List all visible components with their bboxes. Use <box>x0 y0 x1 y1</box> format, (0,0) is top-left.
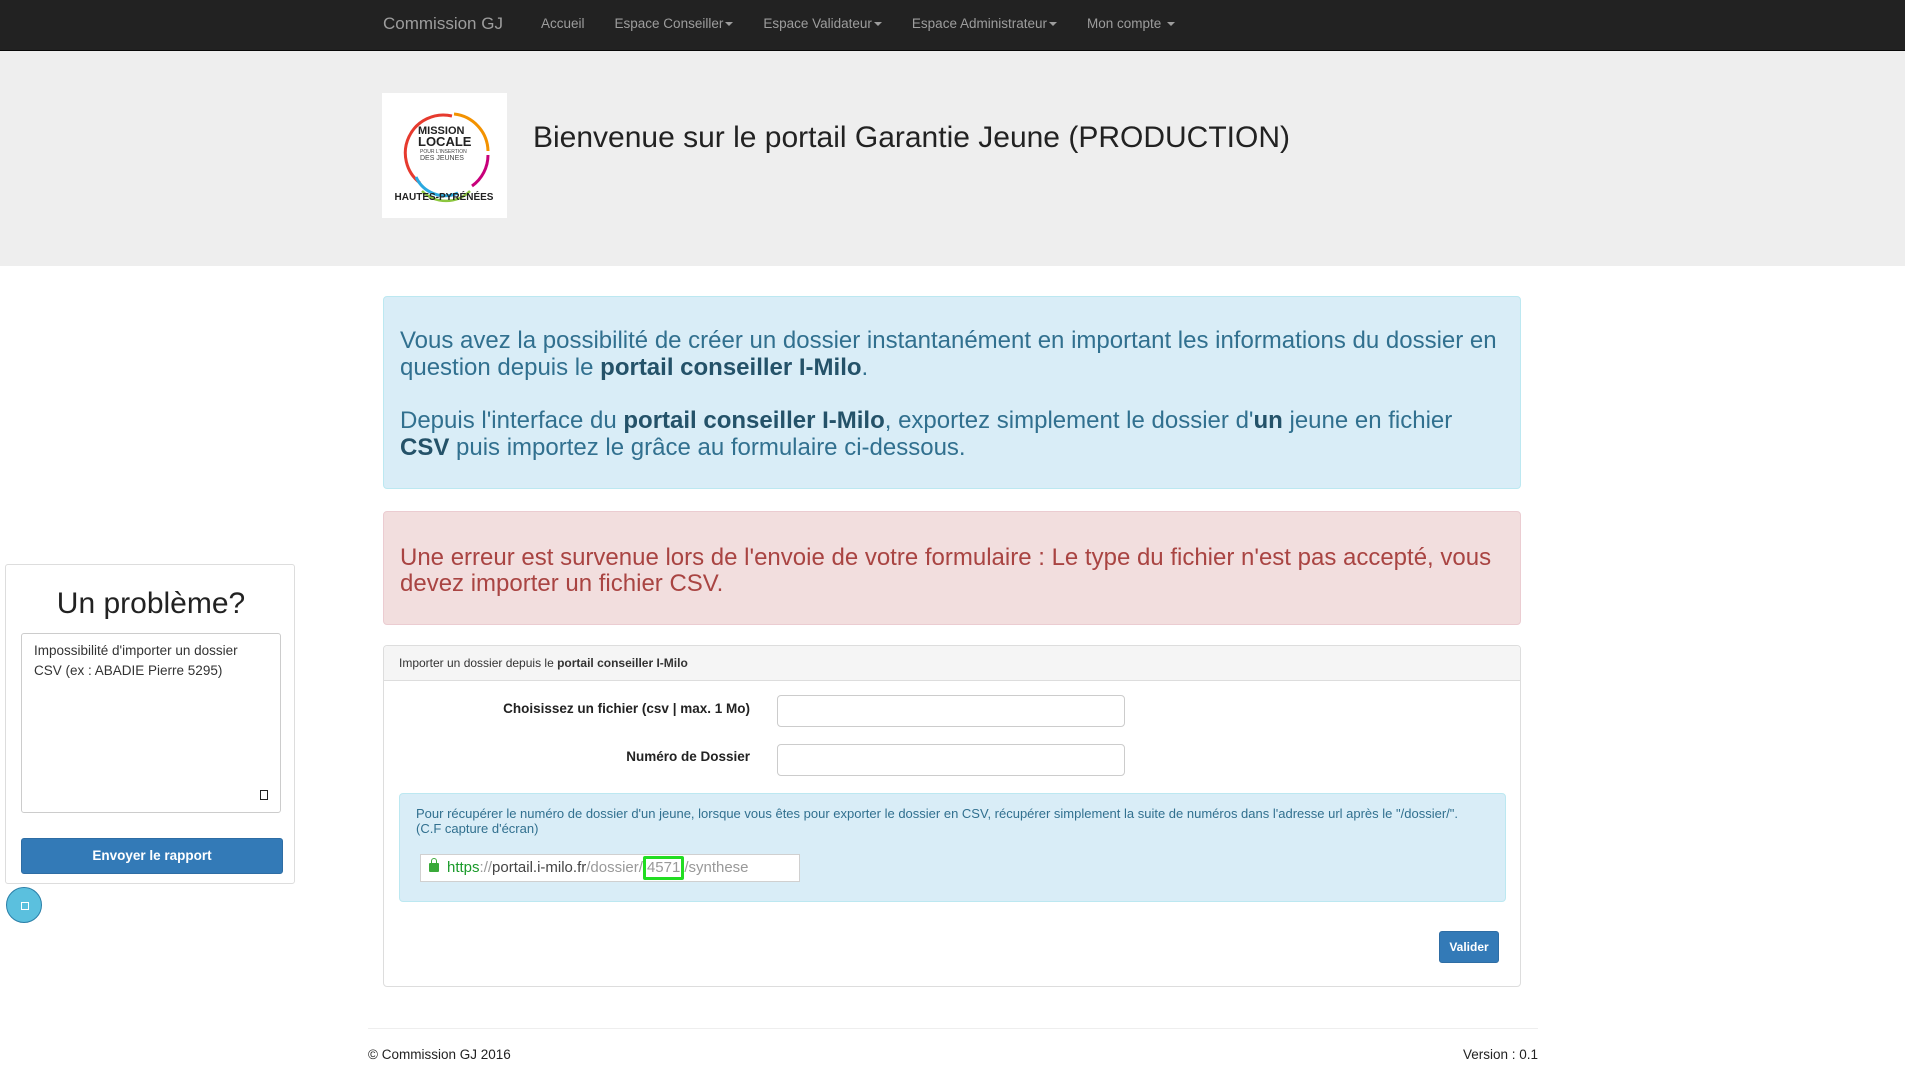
nav-item-mon-compte[interactable]: Mon compte <box>1072 0 1190 50</box>
caret-down-icon <box>1167 22 1176 27</box>
feedback-title: Un problème? <box>56 587 246 620</box>
error-alert: Une erreur est survenue lors de l'envoie… <box>383 511 1521 625</box>
caret-down-icon <box>1049 22 1057 27</box>
nav-label: Mon compte <box>1087 16 1162 31</box>
caret-down-icon <box>725 22 734 27</box>
feedback-icon <box>21 902 29 910</box>
feedback-message: Impossibilité d'importer un dossier CSV … <box>34 643 238 678</box>
nav-item-espace-administrateur[interactable]: Espace Administrateur <box>897 0 1072 50</box>
nav-label: Espace Administrateur <box>911 16 1047 31</box>
navbar-brand[interactable]: Commission GJ <box>383 0 503 50</box>
nav-item-accueil[interactable]: Accueil <box>526 0 600 50</box>
import-panel: Importer un dossier depuis le portail co… <box>383 645 1521 987</box>
info-paragraph-1: Vous avez la possibilité de créer un dos… <box>400 327 1497 381</box>
feedback-textarea[interactable]: Impossibilité d'importer un dossier CSV … <box>21 633 281 813</box>
footer-divider <box>368 1028 1538 1029</box>
header-jumbotron <box>0 51 1905 266</box>
file-input[interactable] <box>777 695 1125 727</box>
lock-icon <box>429 858 439 872</box>
csv-emphasis: CSV <box>400 434 450 461</box>
info-alert: Vous avez la possibilité de créer un dos… <box>383 296 1521 489</box>
nav-item-espace-conseiller[interactable]: Espace Conseiller <box>600 0 749 50</box>
dossier-number-input[interactable] <box>777 744 1125 776</box>
dossier-number-highlight: 4571 <box>642 856 685 880</box>
file-label: Choisissez un fichier (csv | max. 1 Mo) <box>503 701 750 716</box>
dossier-number-label: Numéro de Dossier <box>626 749 750 764</box>
imilo-emphasis: portail conseiller I-Milo <box>600 354 862 381</box>
feedback-toggle-button[interactable] <box>6 887 42 923</box>
resize-handle-icon[interactable] <box>260 790 268 800</box>
url-screenshot: https://portail.i-milo.fr/dossier/4571/s… <box>420 854 800 882</box>
page-title: Bienvenue sur le portail Garantie Jeune … <box>533 121 1290 154</box>
help-box: Pour récupérer le numéro de dossier d'un… <box>399 793 1506 902</box>
help-text: Pour récupérer le numéro de dossier d'un… <box>416 806 1458 836</box>
info-paragraph-2: Depuis l'interface du portail conseiller… <box>400 407 1453 461</box>
logo-region: HAUTES-PYRÉNÉES <box>395 190 494 203</box>
submit-button[interactable]: Valider <box>1439 931 1499 963</box>
footer-copyright: © Commission GJ 2016 <box>368 1047 511 1062</box>
nav-label: Espace Conseiller <box>614 16 724 31</box>
nav-label: Accueil <box>541 16 585 31</box>
navbar-menu: Accueil Espace Conseiller Espace Validat… <box>526 0 1190 50</box>
footer-version: Version : 0.1 <box>1462 1047 1538 1062</box>
send-report-button[interactable]: Envoyer le rapport <box>21 838 283 874</box>
feedback-widget: Un problème? Impossibilité d'importer un… <box>5 564 295 884</box>
logo-text: DES JEUNES <box>420 155 464 162</box>
nav-label: Espace Validateur <box>763 16 872 31</box>
caret-down-icon <box>873 22 882 27</box>
imilo-emphasis: portail conseiller I-Milo <box>623 407 885 434</box>
nav-item-espace-validateur[interactable]: Espace Validateur <box>748 0 897 50</box>
panel-heading: Importer un dossier depuis le portail co… <box>384 646 1520 681</box>
mission-locale-logo: MISSION LOCALE POUR L'INSERTION DES JEUN… <box>382 93 507 218</box>
top-navbar: Commission GJ Accueil Espace Conseiller … <box>0 0 1905 51</box>
logo-text: LOCALE <box>418 134 472 149</box>
error-message: Une erreur est survenue lors de l'envoie… <box>400 544 1492 597</box>
